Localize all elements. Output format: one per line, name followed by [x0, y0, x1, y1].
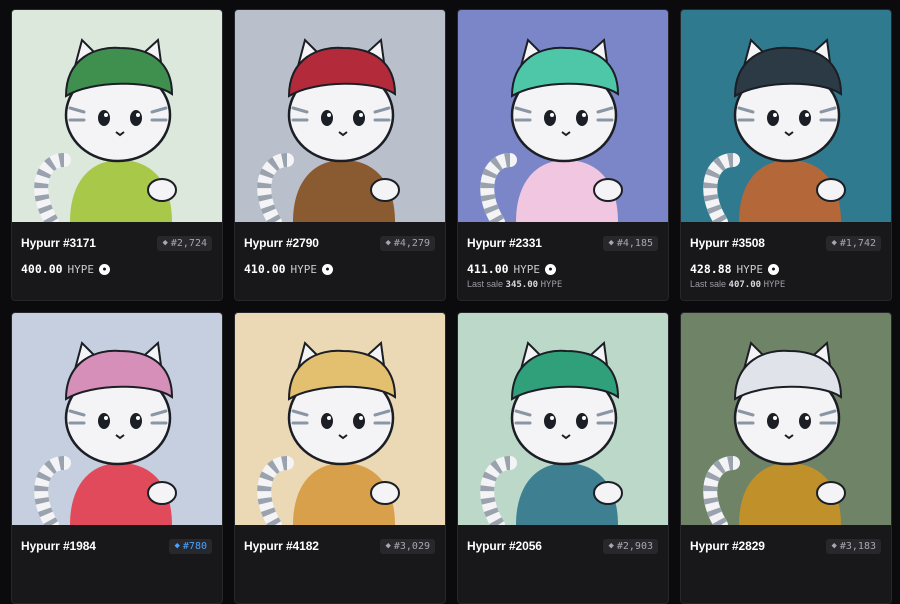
rarity-rank: #2,903: [616, 540, 653, 552]
nft-name[interactable]: Hypurr #2056: [467, 539, 542, 553]
price-row: 400.00 HYPE ●: [21, 262, 212, 276]
nft-image[interactable]: [458, 313, 668, 525]
nft-name[interactable]: Hypurr #2829: [690, 539, 765, 553]
price-currency: HYPE: [736, 262, 764, 276]
nft-image[interactable]: [235, 10, 445, 222]
diamond-icon: ◆: [608, 541, 614, 551]
nft-card[interactable]: Hypurr #2790 ◆ #4,279 410.00 HYPE ●: [234, 9, 446, 301]
price-amount: 400.00: [21, 262, 63, 276]
nft-name[interactable]: Hypurr #4182: [244, 539, 319, 553]
nft-name[interactable]: Hypurr #2790: [244, 236, 319, 250]
nft-card[interactable]: Hypurr #2829 ◆ #3,183: [680, 312, 892, 604]
cat-illustration: [681, 10, 891, 222]
price-currency: HYPE: [67, 262, 95, 276]
last-sale: Last sale 345.00 HYPE: [467, 279, 563, 290]
hype-coin-icon: ●: [545, 263, 557, 275]
price-row: 428.88 HYPE ●: [690, 262, 881, 276]
nft-image[interactable]: [681, 10, 891, 222]
hype-coin-icon: ●: [99, 263, 111, 275]
diamond-icon: ◆: [385, 238, 391, 248]
diamond-icon: ◆: [385, 541, 391, 551]
cat-illustration: [681, 313, 891, 525]
cat-illustration: [458, 10, 668, 222]
rarity-rank-badge: ◆ #2,724: [157, 235, 212, 251]
nft-name[interactable]: Hypurr #3171: [21, 236, 96, 250]
nft-card[interactable]: Hypurr #1984 ◆ #780: [11, 312, 223, 604]
rarity-rank: #4,279: [393, 237, 430, 249]
price-currency: HYPE: [513, 262, 541, 276]
diamond-icon: ◆: [162, 238, 168, 248]
price-row: 410.00 HYPE ●: [244, 262, 435, 276]
hype-coin-icon: ●: [768, 263, 780, 275]
nft-card[interactable]: Hypurr #2331 ◆ #4,185 411.00 HYPE ● Last …: [457, 9, 669, 301]
rarity-rank-badge: ◆ #2,903: [603, 538, 658, 554]
nft-image[interactable]: [681, 313, 891, 525]
rarity-rank: #780: [182, 540, 207, 552]
nft-card[interactable]: Hypurr #3508 ◆ #1,742 428.88 HYPE ● Last …: [680, 9, 892, 301]
diamond-icon: ◆: [174, 541, 180, 551]
nft-image[interactable]: [12, 10, 222, 222]
nft-name[interactable]: Hypurr #3508: [690, 236, 765, 250]
hype-coin-icon: ●: [322, 263, 334, 275]
rarity-rank: #1,742: [839, 237, 876, 249]
rarity-rank-badge: ◆ #3,183: [826, 538, 881, 554]
nft-card[interactable]: Hypurr #4182 ◆ #3,029: [234, 312, 446, 604]
nft-card[interactable]: Hypurr #3171 ◆ #2,724 400.00 HYPE ●: [11, 9, 223, 301]
rarity-rank: #3,029: [393, 540, 430, 552]
nft-image[interactable]: [235, 313, 445, 525]
nft-grid: Hypurr #3171 ◆ #2,724 400.00 HYPE ● Hypu…: [11, 9, 892, 604]
rarity-rank-badge: ◆ #4,185: [603, 235, 658, 251]
rarity-rank: #4,185: [616, 237, 653, 249]
rarity-rank: #2,724: [170, 237, 207, 249]
price-amount: 410.00: [244, 262, 286, 276]
rarity-rank: #3,183: [839, 540, 876, 552]
cat-illustration: [235, 313, 445, 525]
rarity-rank-badge: ◆ #1,742: [826, 235, 881, 251]
nft-image[interactable]: [12, 313, 222, 525]
diamond-icon: ◆: [608, 238, 614, 248]
last-sale: Last sale 407.00 HYPE: [690, 279, 786, 290]
cat-illustration: [12, 313, 222, 525]
rarity-rank-badge: ◆ #780: [169, 538, 212, 554]
diamond-icon: ◆: [831, 541, 837, 551]
rarity-rank-badge: ◆ #3,029: [380, 538, 435, 554]
rarity-rank-badge: ◆ #4,279: [380, 235, 435, 251]
price-amount: 411.00: [467, 262, 509, 276]
price-currency: HYPE: [290, 262, 318, 276]
nft-name[interactable]: Hypurr #1984: [21, 539, 96, 553]
nft-card[interactable]: Hypurr #2056 ◆ #2,903: [457, 312, 669, 604]
nft-name[interactable]: Hypurr #2331: [467, 236, 542, 250]
cat-illustration: [458, 313, 668, 525]
nft-image[interactable]: [458, 10, 668, 222]
price-amount: 428.88: [690, 262, 732, 276]
price-row: 411.00 HYPE ●: [467, 262, 658, 276]
diamond-icon: ◆: [831, 238, 837, 248]
cat-illustration: [235, 10, 445, 222]
cat-illustration: [12, 10, 222, 222]
